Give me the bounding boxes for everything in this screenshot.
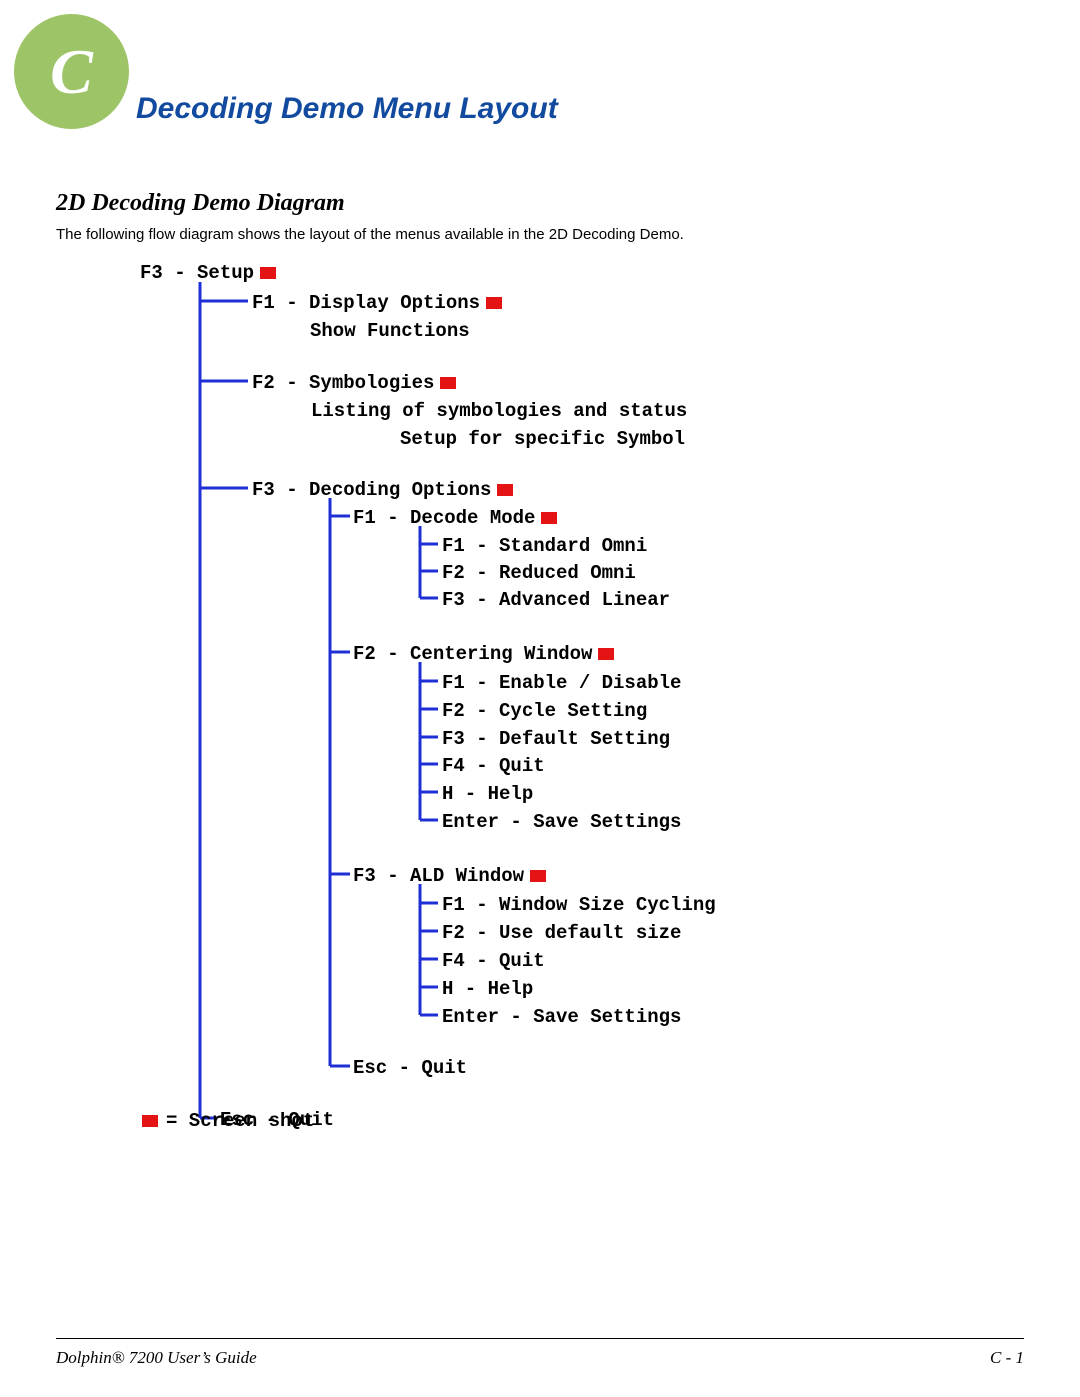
tree-node-l3_b5: H - Help (442, 783, 533, 805)
tree-node-l3_c4: H - Help (442, 978, 533, 1000)
tree-node-l1_f1: F1 - Display Options (252, 292, 502, 314)
tree-node-l1_f2: F2 - Symbologies (252, 372, 456, 394)
tree-node-l2_f3: F3 - ALD Window (353, 865, 546, 887)
footer-right: C - 1 (990, 1348, 1024, 1368)
tree-node-l1_f1s: Show Functions (310, 320, 470, 342)
screenshot-marker-icon (497, 484, 513, 496)
tree-node-l3_b3: F3 - Default Setting (442, 728, 670, 750)
screenshot-marker-icon (530, 870, 546, 882)
screenshot-marker-icon (541, 512, 557, 524)
intro-text: The following flow diagram shows the lay… (56, 226, 684, 243)
tree-node-l2_f2: F2 - Centering Window (353, 643, 614, 665)
tree-node-l3_a1: F1 - Standard Omni (442, 535, 647, 557)
screenshot-marker-icon (440, 377, 456, 389)
tree-node-l3_b4: F4 - Quit (442, 755, 545, 777)
tree-node-root: F3 - Setup (140, 262, 276, 284)
tree-node-l2_f1: F1 - Decode Mode (353, 507, 557, 529)
tree-node-l3_a3: F3 - Advanced Linear (442, 589, 670, 611)
footer-rule (56, 1338, 1024, 1339)
tree-node-l3_b6: Enter - Save Settings (442, 811, 681, 833)
tree-node-l1_f3: F3 - Decoding Options (252, 479, 513, 501)
legend-text: = Screen shot (166, 1110, 314, 1132)
tree-node-l3_c5: Enter - Save Settings (442, 1006, 681, 1028)
page-title: Decoding Demo Menu Layout (136, 92, 558, 126)
screenshot-marker-icon (486, 297, 502, 309)
tree-node-l3_c3: F4 - Quit (442, 950, 545, 972)
tree-node-l2_esc: Esc - Quit (353, 1057, 467, 1079)
legend: = Screen shot (142, 1110, 314, 1132)
appendix-badge: C (14, 14, 129, 129)
screenshot-marker-icon (142, 1115, 158, 1127)
footer-left: Dolphin® 7200 User’s Guide (56, 1348, 257, 1368)
tree-node-l3_b1: F1 - Enable / Disable (442, 672, 681, 694)
screenshot-marker-icon (598, 648, 614, 660)
menu-tree-diagram: F3 - Setup F1 - Display Options Show Funct… (140, 262, 960, 1112)
tree-node-l3_b2: F2 - Cycle Setting (442, 700, 647, 722)
tree-node-l3_c1: F1 - Window Size Cycling (442, 894, 716, 916)
tree-node-l1_f2s1: Listing of symbologies and status (311, 400, 687, 422)
tree-node-l3_a2: F2 - Reduced Omni (442, 562, 636, 584)
tree-node-l1_f2s2: Setup for specific Symbol (400, 428, 685, 450)
tree-node-l3_c2: F2 - Use default size (442, 922, 681, 944)
screenshot-marker-icon (260, 267, 276, 279)
section-title: 2D Decoding Demo Diagram (56, 190, 345, 217)
